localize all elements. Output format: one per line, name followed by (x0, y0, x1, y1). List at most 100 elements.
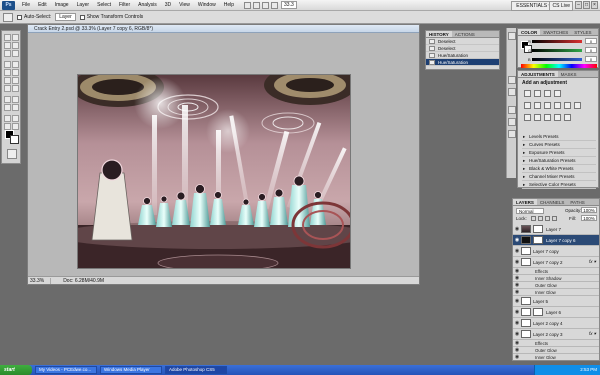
hand-icon[interactable] (262, 1, 270, 9)
lock-pixels-icon[interactable] (538, 216, 543, 221)
lock-position-icon[interactable] (545, 216, 550, 221)
menu-layer[interactable]: Layer (73, 2, 94, 8)
visibility-eye-icon[interactable]: ◉ (513, 289, 521, 296)
lasso-tool-icon[interactable] (4, 42, 11, 49)
bridge-icon[interactable] (244, 1, 252, 9)
layer-effect-item[interactable]: ◉ Outer Glow (513, 347, 599, 354)
color-ramp[interactable] (521, 64, 597, 68)
invert-icon[interactable] (524, 114, 531, 121)
path-selection-tool-icon[interactable] (4, 104, 11, 111)
red-slider[interactable] (532, 40, 582, 43)
lock-all-icon[interactable] (552, 216, 557, 221)
layer-row[interactable]: ◉ Layer 6 (513, 307, 599, 318)
menu-view[interactable]: View (175, 2, 194, 8)
preset-selective-color[interactable]: Selective Color Presets (522, 181, 596, 189)
adjustments-panel-icon[interactable] (508, 76, 516, 84)
layer-effect-item[interactable]: ◉ Outer Glow (513, 282, 599, 289)
gradient-map-icon[interactable] (554, 114, 561, 121)
layer-mask-thumbnail[interactable] (533, 236, 543, 244)
tab-channels[interactable]: CHANNELS (537, 199, 568, 205)
masks-panel-icon[interactable] (508, 88, 516, 96)
tab-styles[interactable]: STYLES (571, 29, 594, 35)
status-doc-size[interactable]: Doc: 6.28M/40.9M (63, 278, 104, 284)
levels-icon[interactable] (534, 90, 541, 97)
taskbar-button-my-videos[interactable]: My Videos - PCEdwe.co... (35, 366, 97, 374)
green-value-field[interactable]: 0 (585, 47, 597, 53)
visibility-eye-icon[interactable]: ◉ (513, 318, 521, 329)
type-tool-icon[interactable] (12, 96, 19, 103)
pen-tool-icon[interactable] (4, 96, 11, 103)
layer-effect-item[interactable]: ◉ Inner Shadow (513, 275, 599, 282)
history-brush-tool-icon[interactable] (12, 69, 19, 76)
visibility-eye-icon[interactable]: ◉ (513, 347, 521, 354)
brightness-contrast-icon[interactable] (524, 90, 531, 97)
black-white-icon[interactable] (554, 102, 561, 109)
photo-filter-icon[interactable] (564, 102, 571, 109)
visibility-eye-icon[interactable]: ◉ (513, 296, 521, 307)
layers-panel-icon[interactable] (508, 106, 516, 114)
brush-tool-icon[interactable] (12, 61, 19, 68)
menu-image[interactable]: Image (51, 2, 73, 8)
preset-hue-saturation[interactable]: Hue/Saturation Presets (522, 157, 596, 165)
threshold-icon[interactable] (544, 114, 551, 121)
visibility-eye-icon[interactable]: ◉ (513, 235, 521, 246)
tab-paths[interactable]: PATHS (567, 199, 587, 205)
healing-brush-tool-icon[interactable] (4, 61, 11, 68)
transform-controls-checkbox[interactable] (79, 14, 85, 20)
layer-row[interactable]: ◉ Layer 7 (513, 224, 599, 235)
blur-tool-icon[interactable] (4, 85, 11, 92)
preset-exposure[interactable]: Exposure Presets (522, 149, 596, 157)
layer-row[interactable]: ◉ Layer 7 copy (513, 246, 599, 257)
blue-value-field[interactable]: 0 (585, 56, 597, 62)
tab-layers[interactable]: LAYERS (513, 199, 537, 205)
blue-slider[interactable] (532, 58, 582, 61)
quick-select-tool-icon[interactable] (12, 42, 19, 49)
zoom-level-select[interactable]: 33.3 (281, 1, 297, 9)
taskbar-button-photoshop[interactable]: Adobe Photoshop CS5 (165, 366, 227, 374)
layer-row[interactable]: ◉ Layer 5 (513, 296, 599, 307)
tab-masks[interactable]: MASKS (558, 71, 580, 77)
menu-analysis[interactable]: Analysis (134, 2, 161, 8)
history-item[interactable]: Deselect (426, 38, 499, 45)
history-item-selected[interactable]: Hue/Saturation (426, 59, 499, 66)
paths-panel-icon[interactable] (508, 130, 516, 138)
visibility-eye-icon[interactable]: ◉ (513, 246, 521, 257)
visibility-eye-icon[interactable]: ◉ (513, 224, 521, 235)
red-value-field[interactable]: 0 (585, 38, 597, 44)
move-tool-icon[interactable] (4, 34, 11, 41)
gradient-tool-icon[interactable] (12, 77, 19, 84)
close-button[interactable]: × (591, 1, 598, 9)
marquee-tool-icon[interactable] (12, 34, 19, 41)
3d-orbit-tool-icon[interactable] (12, 115, 19, 122)
mini-bridge-icon[interactable] (253, 1, 261, 9)
visibility-eye-icon[interactable]: ◉ (513, 354, 521, 361)
visibility-eye-icon[interactable]: ◉ (513, 275, 521, 282)
color-panel-icon[interactable] (508, 32, 516, 40)
status-zoom[interactable]: 33.3% (30, 277, 52, 284)
cs-live-button[interactable]: CS Live (549, 1, 573, 11)
visibility-eye-icon[interactable]: ◉ (513, 340, 521, 347)
3d-rotate-tool-icon[interactable] (4, 115, 11, 122)
start-button[interactable]: start (0, 365, 32, 375)
preset-channel-mixer[interactable]: Channel Mixer Presets (522, 173, 596, 181)
preset-black-white[interactable]: Black & White Presets (522, 165, 596, 173)
selective-color-icon[interactable] (564, 114, 571, 121)
visibility-eye-icon[interactable]: ◉ (513, 257, 521, 268)
menu-help[interactable]: Help (220, 2, 238, 8)
visibility-eye-icon[interactable]: ◉ (513, 329, 521, 340)
layer-mask-thumbnail[interactable] (533, 308, 543, 316)
shape-tool-icon[interactable] (12, 104, 19, 111)
maximize-button[interactable]: □ (583, 1, 590, 9)
hue-saturation-icon[interactable] (534, 102, 541, 109)
layer-effect-item[interactable]: ◉ Inner Glow (513, 289, 599, 296)
taskbar-button-media-player[interactable]: Windows Media Player (100, 366, 162, 374)
eyedropper-tool-icon[interactable] (12, 50, 19, 57)
lock-transparent-icon[interactable] (531, 216, 536, 221)
quick-mask-icon[interactable] (7, 149, 17, 159)
layer-row-selected[interactable]: ◉ Layer 7 copy 6 (513, 235, 599, 246)
opacity-field[interactable]: 100% (581, 207, 597, 213)
green-slider[interactable] (532, 49, 582, 52)
posterize-icon[interactable] (534, 114, 541, 121)
artwork-canvas[interactable] (77, 74, 351, 269)
color-balance-icon[interactable] (544, 102, 551, 109)
